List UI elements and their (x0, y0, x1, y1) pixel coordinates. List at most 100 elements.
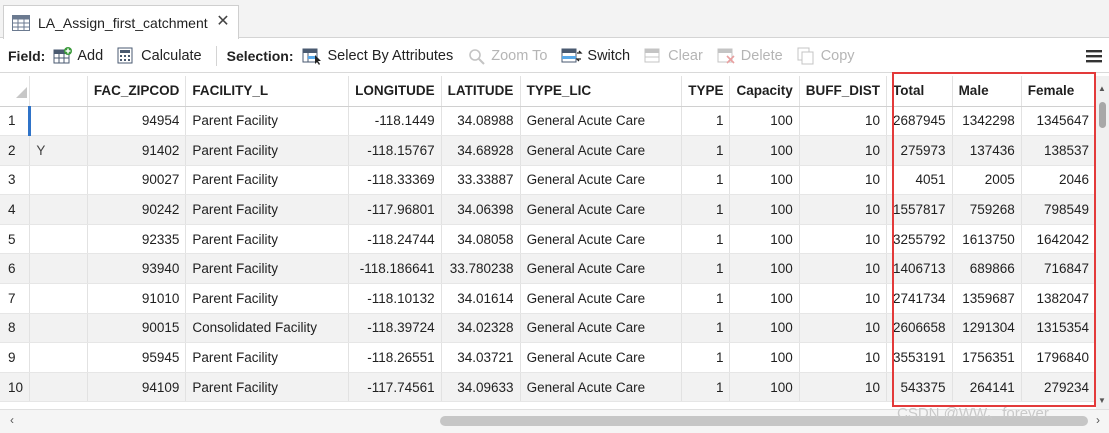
table-row[interactable]: 9 95945 Parent Facility -118.26551 34.03721 G… (0, 342, 1096, 373)
cell-male[interactable]: 2005 (952, 165, 1022, 196)
row-number-cell[interactable]: 1 (0, 106, 32, 137)
cell-total[interactable]: 2687945 (886, 106, 953, 137)
cell-type-lic[interactable]: General Acute Care (520, 313, 683, 344)
cell-total[interactable]: 3553191 (886, 342, 953, 373)
cell-fac-zipcod[interactable]: 90242 (87, 194, 187, 225)
column-header-buff-dist[interactable]: BUFF_DIST (799, 76, 888, 107)
cell-male[interactable]: 264141 (952, 372, 1022, 403)
cell-latitude[interactable]: 34.02328 (441, 313, 521, 344)
cell-buff-dist[interactable]: 10 (799, 135, 888, 166)
hamburger-menu-icon[interactable] (1085, 47, 1103, 65)
scroll-left-icon[interactable]: ‹ (10, 413, 14, 427)
cell-total[interactable]: 1557817 (886, 194, 953, 225)
cell-female[interactable]: 1345647 (1021, 106, 1096, 137)
cell-longitude[interactable]: -118.15767 (348, 135, 442, 166)
cell-type-lic[interactable]: General Acute Care (520, 224, 683, 255)
cell-blank[interactable]: Y (29, 135, 88, 166)
column-header-capacity[interactable]: Capacity (729, 76, 800, 107)
cell-female[interactable]: 1642042 (1021, 224, 1096, 255)
cell-type-lic[interactable]: General Acute Care (520, 283, 683, 314)
cell-male[interactable]: 1756351 (952, 342, 1022, 373)
cell-fac-zipcod[interactable]: 91010 (87, 283, 187, 314)
cell-buff-dist[interactable]: 10 (799, 165, 888, 196)
cell-type[interactable]: 1 (681, 253, 731, 285)
tab-attribute-table[interactable]: LA_Assign_first_catchment ✕ (3, 5, 239, 39)
column-header-total[interactable]: Total (886, 76, 953, 107)
cell-type-lic[interactable]: General Acute Care (520, 342, 683, 373)
column-header-blank[interactable] (29, 76, 88, 107)
cell-male[interactable]: 1613750 (952, 224, 1022, 255)
cell-facility-l[interactable]: Parent Facility (185, 283, 350, 314)
copy-selection-button[interactable]: Copy (797, 47, 855, 65)
table-row[interactable]: 2 Y 91402 Parent Facility -118.15767 34.68928… (0, 135, 1096, 166)
cell-latitude[interactable]: 34.03721 (441, 342, 521, 373)
cell-latitude[interactable]: 34.08058 (441, 224, 521, 255)
cell-blank[interactable] (29, 342, 88, 373)
column-header-type-lic[interactable]: TYPE_LIC (520, 76, 683, 107)
cell-latitude[interactable]: 33.33887 (441, 165, 521, 196)
cell-total[interactable]: 3255792 (886, 224, 953, 255)
cell-male[interactable]: 137436 (952, 135, 1022, 166)
row-number-cell[interactable]: 10 (0, 372, 31, 403)
cell-type-lic[interactable]: General Acute Care (520, 194, 683, 225)
cell-female[interactable]: 1382047 (1021, 283, 1096, 314)
cell-female[interactable]: 1315354 (1021, 313, 1096, 344)
cell-type[interactable]: 1 (681, 313, 731, 344)
cell-type[interactable]: 1 (681, 283, 731, 314)
cell-capacity[interactable]: 100 (729, 372, 800, 403)
cell-buff-dist[interactable]: 10 (799, 283, 888, 314)
cell-facility-l[interactable]: Parent Facility (185, 135, 350, 166)
cell-total[interactable]: 2606658 (886, 313, 953, 344)
cell-facility-l[interactable]: Parent Facility (185, 194, 350, 225)
cell-female[interactable]: 1796840 (1021, 342, 1096, 373)
cell-latitude[interactable]: 34.06398 (441, 194, 521, 225)
row-number-cell[interactable]: 5 (0, 224, 31, 255)
cell-fac-zipcod[interactable]: 90015 (87, 313, 187, 344)
cell-fac-zipcod[interactable]: 94109 (87, 372, 187, 403)
cell-total[interactable]: 1406713 (886, 253, 953, 285)
table-row[interactable]: 6 93940 Parent Facility -118.186641 33.78023… (0, 253, 1096, 285)
cell-buff-dist[interactable]: 10 (799, 253, 888, 285)
calculate-field-button[interactable]: Calculate (117, 47, 202, 65)
cell-longitude[interactable]: -118.39724 (348, 313, 442, 344)
row-number-cell[interactable]: 6 (0, 253, 31, 285)
column-header-male[interactable]: Male (952, 76, 1022, 107)
cell-type[interactable]: 1 (681, 135, 731, 166)
cell-buff-dist[interactable]: 10 (799, 106, 888, 137)
cell-blank[interactable] (29, 165, 88, 196)
cell-type-lic[interactable]: General Acute Care (520, 372, 683, 403)
column-header-female[interactable]: Female (1021, 76, 1096, 107)
cell-buff-dist[interactable]: 10 (799, 224, 888, 255)
add-field-button[interactable]: Add (53, 46, 103, 65)
cell-latitude[interactable]: 34.08988 (441, 106, 521, 137)
column-header-longitude[interactable]: LONGITUDE (348, 76, 442, 107)
cell-type[interactable]: 1 (681, 224, 731, 255)
cell-longitude[interactable]: -118.26551 (348, 342, 442, 373)
cell-capacity[interactable]: 100 (729, 106, 800, 137)
row-number-cell[interactable]: 7 (0, 283, 31, 314)
cell-fac-zipcod[interactable]: 90027 (87, 165, 187, 196)
select-by-attributes-button[interactable]: Select By Attributes (302, 47, 453, 65)
cell-type-lic[interactable]: General Acute Care (520, 106, 683, 137)
cell-blank[interactable] (29, 106, 88, 137)
cell-type-lic[interactable]: General Acute Care (520, 135, 683, 166)
cell-buff-dist[interactable]: 10 (799, 194, 888, 225)
cell-type-lic[interactable]: General Acute Care (520, 165, 683, 196)
cell-male[interactable]: 759268 (952, 194, 1022, 225)
scroll-down-icon[interactable]: ▼ (1098, 396, 1106, 405)
cell-latitude[interactable]: 34.09633 (441, 372, 521, 403)
cell-male[interactable]: 1342298 (952, 106, 1022, 137)
scroll-up-icon[interactable]: ▲ (1098, 84, 1106, 93)
cell-type[interactable]: 1 (681, 194, 731, 225)
header-corner[interactable] (0, 76, 31, 107)
table-row[interactable]: 5 92335 Parent Facility -118.24744 34.08058 G… (0, 224, 1096, 255)
cell-male[interactable]: 1359687 (952, 283, 1022, 314)
cell-female[interactable]: 138537 (1021, 135, 1096, 166)
cell-facility-l[interactable]: Parent Facility (185, 372, 350, 403)
column-header-latitude[interactable]: LATITUDE (441, 76, 521, 107)
cell-facility-l[interactable]: Consolidated Facility (185, 313, 350, 344)
scroll-right-icon[interactable]: › (1096, 413, 1100, 427)
table-row[interactable]: 7 91010 Parent Facility -118.10132 34.01614 G… (0, 283, 1096, 314)
cell-blank[interactable] (29, 224, 88, 255)
cell-longitude[interactable]: -118.10132 (348, 283, 442, 314)
